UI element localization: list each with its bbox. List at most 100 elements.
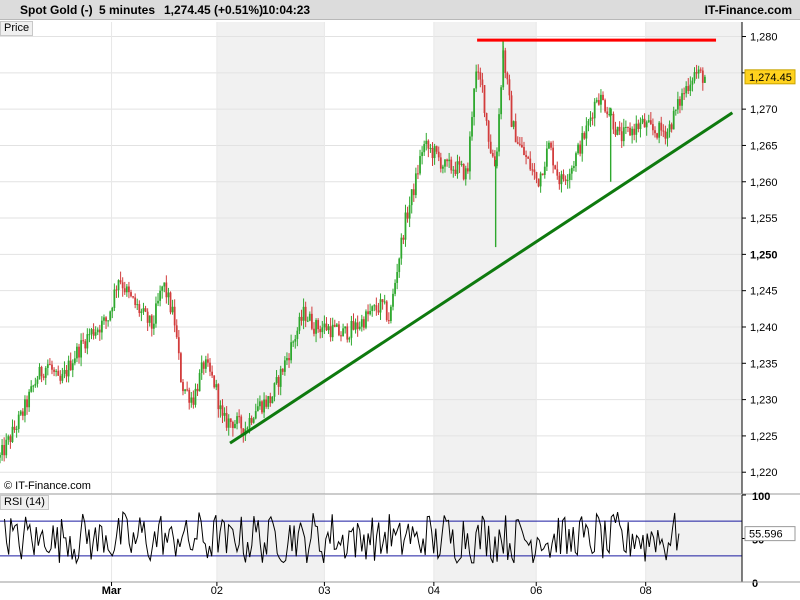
candle-body-168 xyxy=(348,337,351,340)
candle-body-251 xyxy=(521,144,523,148)
candle-body-263 xyxy=(545,148,548,167)
candle-body-18 xyxy=(36,379,39,384)
price-tick-label-12: 1,220 xyxy=(750,467,778,479)
candle-body-198 xyxy=(410,189,413,206)
candle-body-310 xyxy=(643,118,646,128)
candle-body-286 xyxy=(593,101,596,119)
candle-body-295 xyxy=(612,113,615,130)
price-tick-label-8: 1,240 xyxy=(750,322,778,334)
candle-body-175 xyxy=(362,319,365,328)
candle-body-333 xyxy=(691,80,694,85)
candle-body-278 xyxy=(577,144,579,154)
candle-body-330 xyxy=(685,86,688,94)
time-tick-label-1: 02 xyxy=(211,585,223,597)
candle-body-129 xyxy=(267,396,270,407)
candle-body-321 xyxy=(666,131,669,139)
candle-body-25 xyxy=(51,364,53,370)
candle-body-93 xyxy=(192,397,195,405)
candle-body-68 xyxy=(140,311,143,313)
candle-body-227 xyxy=(471,117,473,137)
candle-body-86 xyxy=(177,337,180,354)
candle-body-34 xyxy=(69,360,72,371)
candle-body-39 xyxy=(80,340,82,358)
candle-body-339 xyxy=(704,76,706,83)
candle-body-194 xyxy=(402,237,405,240)
candle-body-260 xyxy=(539,173,542,187)
candle-body-261 xyxy=(541,173,544,175)
candle-body-110 xyxy=(227,418,230,428)
candle-body-164 xyxy=(340,335,342,337)
candle-body-80 xyxy=(165,282,168,298)
candle-body-315 xyxy=(654,130,656,134)
candle-body-125 xyxy=(259,401,261,407)
candle-body-319 xyxy=(662,130,665,132)
candle-body-113 xyxy=(234,423,236,429)
candle-body-9 xyxy=(17,414,20,429)
candle-body-186 xyxy=(385,301,388,321)
candle-body-120 xyxy=(248,417,251,428)
candle-body-250 xyxy=(518,143,521,145)
candle-body-162 xyxy=(335,324,338,327)
candle-body-109 xyxy=(225,412,228,428)
candle-body-115 xyxy=(238,416,241,418)
candle-body-219 xyxy=(454,169,457,174)
candle-body-154 xyxy=(319,329,322,333)
candle-body-324 xyxy=(672,110,675,130)
candle-body-291 xyxy=(604,100,606,112)
candle-body-135 xyxy=(279,368,282,387)
candle-body-266 xyxy=(552,147,555,166)
rsi-panel-label: RSI (14) xyxy=(0,495,49,510)
candle-body-140 xyxy=(290,342,293,361)
candle-body-213 xyxy=(442,166,444,169)
candle-body-313 xyxy=(649,120,652,125)
candle-body-206 xyxy=(427,140,430,149)
candle-body-272 xyxy=(564,179,567,181)
candle-body-1 xyxy=(1,444,3,455)
candle-body-89 xyxy=(184,389,186,392)
candle-body-2 xyxy=(3,444,6,456)
candle-body-108 xyxy=(223,412,226,416)
candle-body-99 xyxy=(204,359,207,369)
candle-body-282 xyxy=(585,125,588,139)
candle-body-241 xyxy=(500,87,503,115)
candle-body-38 xyxy=(78,346,80,358)
candle-body-176 xyxy=(365,311,367,328)
candle-body-210 xyxy=(435,146,438,152)
candle-body-288 xyxy=(597,100,600,105)
candle-body-312 xyxy=(647,120,650,123)
candle-body-126 xyxy=(261,401,263,413)
candle-body-17 xyxy=(34,383,37,386)
candle-body-14 xyxy=(28,391,31,408)
candle-body-182 xyxy=(377,310,380,313)
candle-body-221 xyxy=(458,161,461,165)
candle-body-225 xyxy=(466,168,469,172)
candle-body-322 xyxy=(668,124,671,132)
candle-body-183 xyxy=(379,299,382,313)
price-tick-label-10: 1,230 xyxy=(750,395,778,407)
candle-body-35 xyxy=(71,363,74,371)
candle-body-46 xyxy=(94,332,97,336)
candle-body-150 xyxy=(311,313,313,329)
price-tick-label-11: 1,225 xyxy=(750,431,778,443)
candle-body-179 xyxy=(371,306,374,312)
candle-body-273 xyxy=(566,179,569,181)
candle-body-61 xyxy=(125,286,128,293)
candle-body-15 xyxy=(30,386,33,392)
price-tick-label-3: 1,265 xyxy=(750,140,778,152)
candle-body-12 xyxy=(24,399,26,416)
candle-body-56 xyxy=(115,289,118,291)
candle-body-133 xyxy=(275,377,278,384)
candle-body-112 xyxy=(231,422,234,429)
candle-body-188 xyxy=(390,306,392,321)
candle-body-218 xyxy=(452,169,455,171)
candle-body-269 xyxy=(558,175,561,185)
candle-body-139 xyxy=(288,357,290,361)
candle-body-298 xyxy=(618,126,621,132)
candle-body-52 xyxy=(107,320,110,322)
candle-body-331 xyxy=(687,86,690,91)
candle-body-287 xyxy=(595,100,598,102)
candle-body-267 xyxy=(554,165,557,170)
candle-body-134 xyxy=(277,377,280,387)
candle-body-191 xyxy=(396,272,399,283)
candle-body-307 xyxy=(637,123,640,130)
